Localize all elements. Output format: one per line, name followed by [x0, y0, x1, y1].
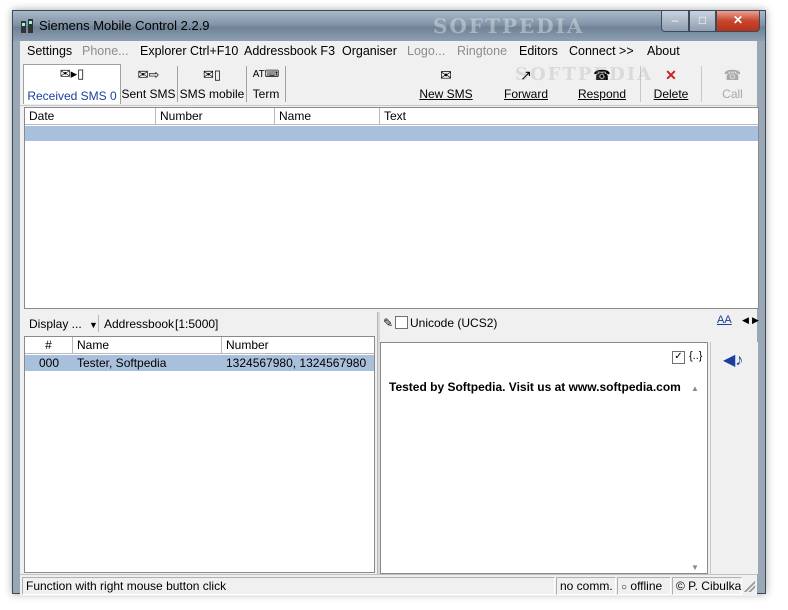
title-watermark: SOFTPEDIA [433, 14, 585, 38]
font-size-icon[interactable]: A̲A [717, 314, 732, 326]
delete-label: Delete [653, 87, 689, 101]
close-icon: ✕ [732, 13, 744, 27]
menu-settings[interactable]: Settings [27, 44, 72, 58]
tab-sent-sms[interactable]: ✉⇨ Sent SMS [120, 66, 178, 102]
sent-sms-icon: ✉⇨ [137, 67, 160, 82]
column-header-date[interactable]: Date [25, 108, 156, 125]
call-label: Call [722, 87, 743, 101]
status-bar: Function with right mouse button click n… [20, 574, 757, 596]
close-button[interactable]: ✕ [716, 11, 760, 32]
sms-text: Tested by Softpedia. Visit us at www.sof… [389, 380, 681, 394]
status-online-label: offline [630, 579, 663, 593]
row-name: Tester, Softpedia [77, 356, 167, 370]
unicode-label: Unicode (UCS2) [410, 316, 498, 330]
menu-addressbook[interactable]: Addressbook F3 [244, 44, 335, 58]
tab-term[interactable]: AT⌨ Term [247, 66, 286, 102]
tab-sent-sms-label: Sent SMS [121, 87, 176, 101]
app-window: Siemens Mobile Control 2.2.9 SOFTPEDIA –… [12, 10, 766, 596]
scroll-up-icon[interactable]: ▲ [691, 384, 699, 393]
status-online: ○ offline [617, 577, 671, 595]
maximize-icon: □ [698, 13, 707, 27]
addressbook-range: [1:5000] [175, 317, 219, 331]
display-dropdown[interactable]: Display ... ▼ [29, 317, 98, 331]
forward-label: Forward [503, 87, 548, 101]
tab-received-sms[interactable]: ✉▸▯ Received SMS 0 [23, 64, 121, 104]
table-row-selected[interactable] [25, 126, 758, 141]
menu-logo[interactable]: Logo... [407, 44, 445, 58]
addressbook-list[interactable]: # Name Number 000 Tester, Softpedia 1324… [24, 336, 375, 573]
edit-pencil-icon[interactable]: ✎ [383, 316, 393, 330]
toolbar-watermark: SOFTPEDIA [515, 64, 654, 85]
menu-connect[interactable]: Connect >> [569, 44, 634, 58]
column-header-number[interactable]: Number [156, 108, 275, 125]
column-header-name[interactable]: Name [73, 337, 222, 354]
menu-phone[interactable]: Phone... [82, 44, 129, 58]
tab-sms-mobile-label: SMS mobile [179, 87, 245, 101]
tab-term-label: Term [252, 87, 280, 101]
phone-app-icon [20, 18, 34, 34]
sms-text-area[interactable]: Tested by Softpedia. Visit us at www.sof… [380, 370, 708, 574]
brace-label: {..} [689, 350, 703, 362]
menu-about[interactable]: About [647, 44, 680, 58]
column-header-number[interactable]: Number [222, 337, 374, 354]
new-sms-button[interactable]: ✉ New SMS [416, 66, 476, 102]
maximize-button[interactable]: □ [689, 11, 716, 32]
scroll-left-icon[interactable]: ◀ [742, 315, 749, 326]
addressbook-title: Addressbook [104, 317, 175, 331]
brace-checkbox[interactable]: ✓ [672, 351, 685, 364]
tab-received-sms-label: Received SMS 0 [27, 89, 117, 103]
column-header-index[interactable]: # [25, 337, 73, 354]
new-sms-icon: ✉ [440, 67, 452, 83]
display-dropdown-label: Display ... [29, 317, 82, 331]
menu-editors[interactable]: Editors [519, 44, 558, 58]
new-sms-label: New SMS [419, 87, 473, 101]
toolbar: ✉▸▯ Received SMS 0 ✉⇨ Sent SMS ✉▯ SMS mo… [20, 62, 757, 106]
status-hint: Function with right mouse button click [22, 577, 555, 595]
column-header-name[interactable]: Name [275, 108, 380, 125]
client-area: Settings Phone... Explorer Ctrl+F10 Addr… [20, 41, 759, 596]
unicode-checkbox[interactable] [395, 316, 408, 329]
tab-sms-mobile[interactable]: ✉▯ SMS mobile [178, 66, 247, 102]
menu-bar: Settings Phone... Explorer Ctrl+F10 Addr… [20, 41, 757, 61]
editor-header: ✓ {..} [380, 342, 708, 370]
resize-grip[interactable] [744, 581, 755, 592]
menu-organiser[interactable]: Organiser [342, 44, 397, 58]
sms-mobile-icon: ✉▯ [202, 67, 222, 82]
respond-label: Respond [577, 87, 627, 101]
editor-scrollbar[interactable]: ▲ ▼ [689, 384, 703, 572]
chevron-down-icon: ▼ [89, 320, 98, 330]
minimize-icon: – [671, 13, 679, 27]
row-number: 1324567980, 1324567980 [226, 356, 367, 370]
editor-side-panel: ◀♪ [710, 342, 758, 574]
column-header-text[interactable]: Text [380, 108, 758, 125]
call-icon: ☎ [723, 67, 742, 83]
window-title: Siemens Mobile Control 2.2.9 [39, 18, 210, 33]
addressbook-toolbar: Display ... ▼ Addressbook [1:5000] [20, 312, 378, 334]
table-row[interactable]: 000 Tester, Softpedia 1324567980, 132456… [25, 355, 374, 371]
menu-ringtone[interactable]: Ringtone [457, 44, 507, 58]
menu-explorer[interactable]: Explorer Ctrl+F10 [140, 44, 238, 58]
online-indicator-icon: ○ [621, 582, 628, 593]
toolbar-divider [98, 315, 99, 332]
title-bar[interactable]: Siemens Mobile Control 2.2.9 SOFTPEDIA –… [13, 11, 765, 41]
scroll-right-icon[interactable]: ▶ [752, 315, 759, 326]
terminal-icon: AT⌨ [252, 69, 280, 80]
sms-table[interactable]: Date Number Name Text [24, 107, 759, 309]
received-sms-icon: ✉▸▯ [59, 66, 85, 81]
minimize-button[interactable]: – [661, 11, 689, 32]
status-copyright: © P. Cibulka [672, 577, 742, 595]
addressbook-panel: Display ... ▼ Addressbook [1:5000] # Nam… [20, 312, 378, 574]
call-button[interactable]: ☎ Call [710, 66, 755, 102]
send-sound-icon[interactable]: ◀♪ [723, 350, 743, 370]
status-connection: no comm. [556, 577, 616, 595]
row-index: 000 [39, 356, 60, 370]
sms-editor-panel: ✎ Unicode (UCS2) A̲A ◀ ▶ ✓ {..} Tested b… [380, 312, 759, 574]
scroll-down-icon[interactable]: ▼ [691, 563, 699, 572]
